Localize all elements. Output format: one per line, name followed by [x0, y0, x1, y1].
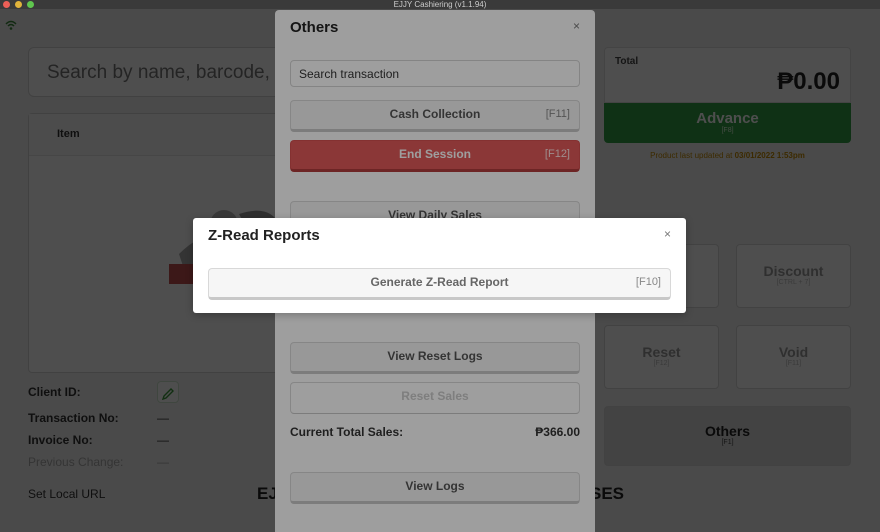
zread-modal: Z-Read Reports × Generate Z-Read Report … — [193, 218, 686, 313]
generate-zread-shortcut: [F10] — [635, 276, 661, 288]
window-titlebar: EJJY Cashiering (v1.1.94) — [0, 0, 880, 9]
window-title: EJJY Cashiering (v1.1.94) — [393, 0, 487, 9]
generate-zread-label: Generate Z-Read Report — [370, 275, 509, 289]
close-icon[interactable]: × — [664, 227, 671, 241]
zread-modal-title: Z-Read Reports — [208, 227, 320, 244]
generate-zread-button[interactable]: Generate Z-Read Report [F10] — [208, 268, 671, 300]
